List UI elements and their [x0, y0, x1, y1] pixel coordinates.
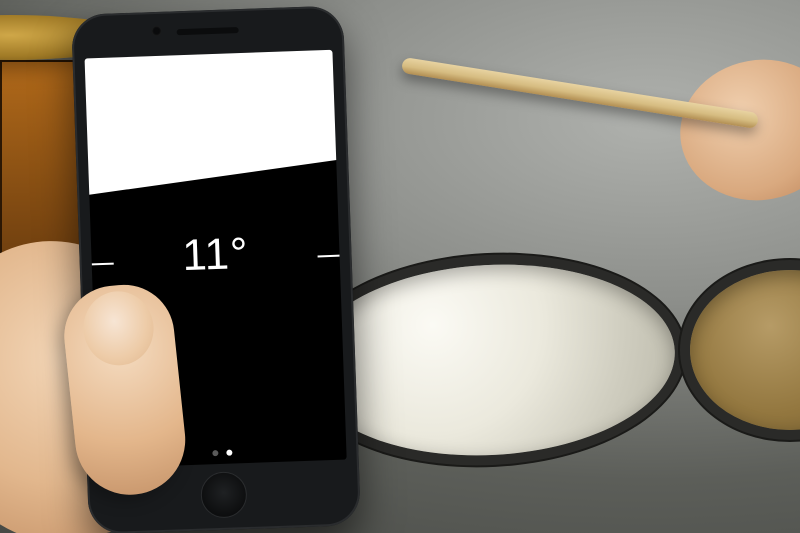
page-dot-active[interactable]: [226, 450, 232, 456]
front-camera: [151, 26, 161, 36]
page-dot[interactable]: [212, 450, 218, 456]
home-button[interactable]: [200, 471, 248, 519]
level-horizon-plane: [85, 50, 347, 199]
angle-readout: 11°: [91, 226, 341, 285]
floor-tom: [690, 270, 800, 430]
earpiece-speaker: [177, 27, 239, 35]
right-hand: [669, 47, 800, 213]
scene-background: 11°: [0, 0, 800, 533]
